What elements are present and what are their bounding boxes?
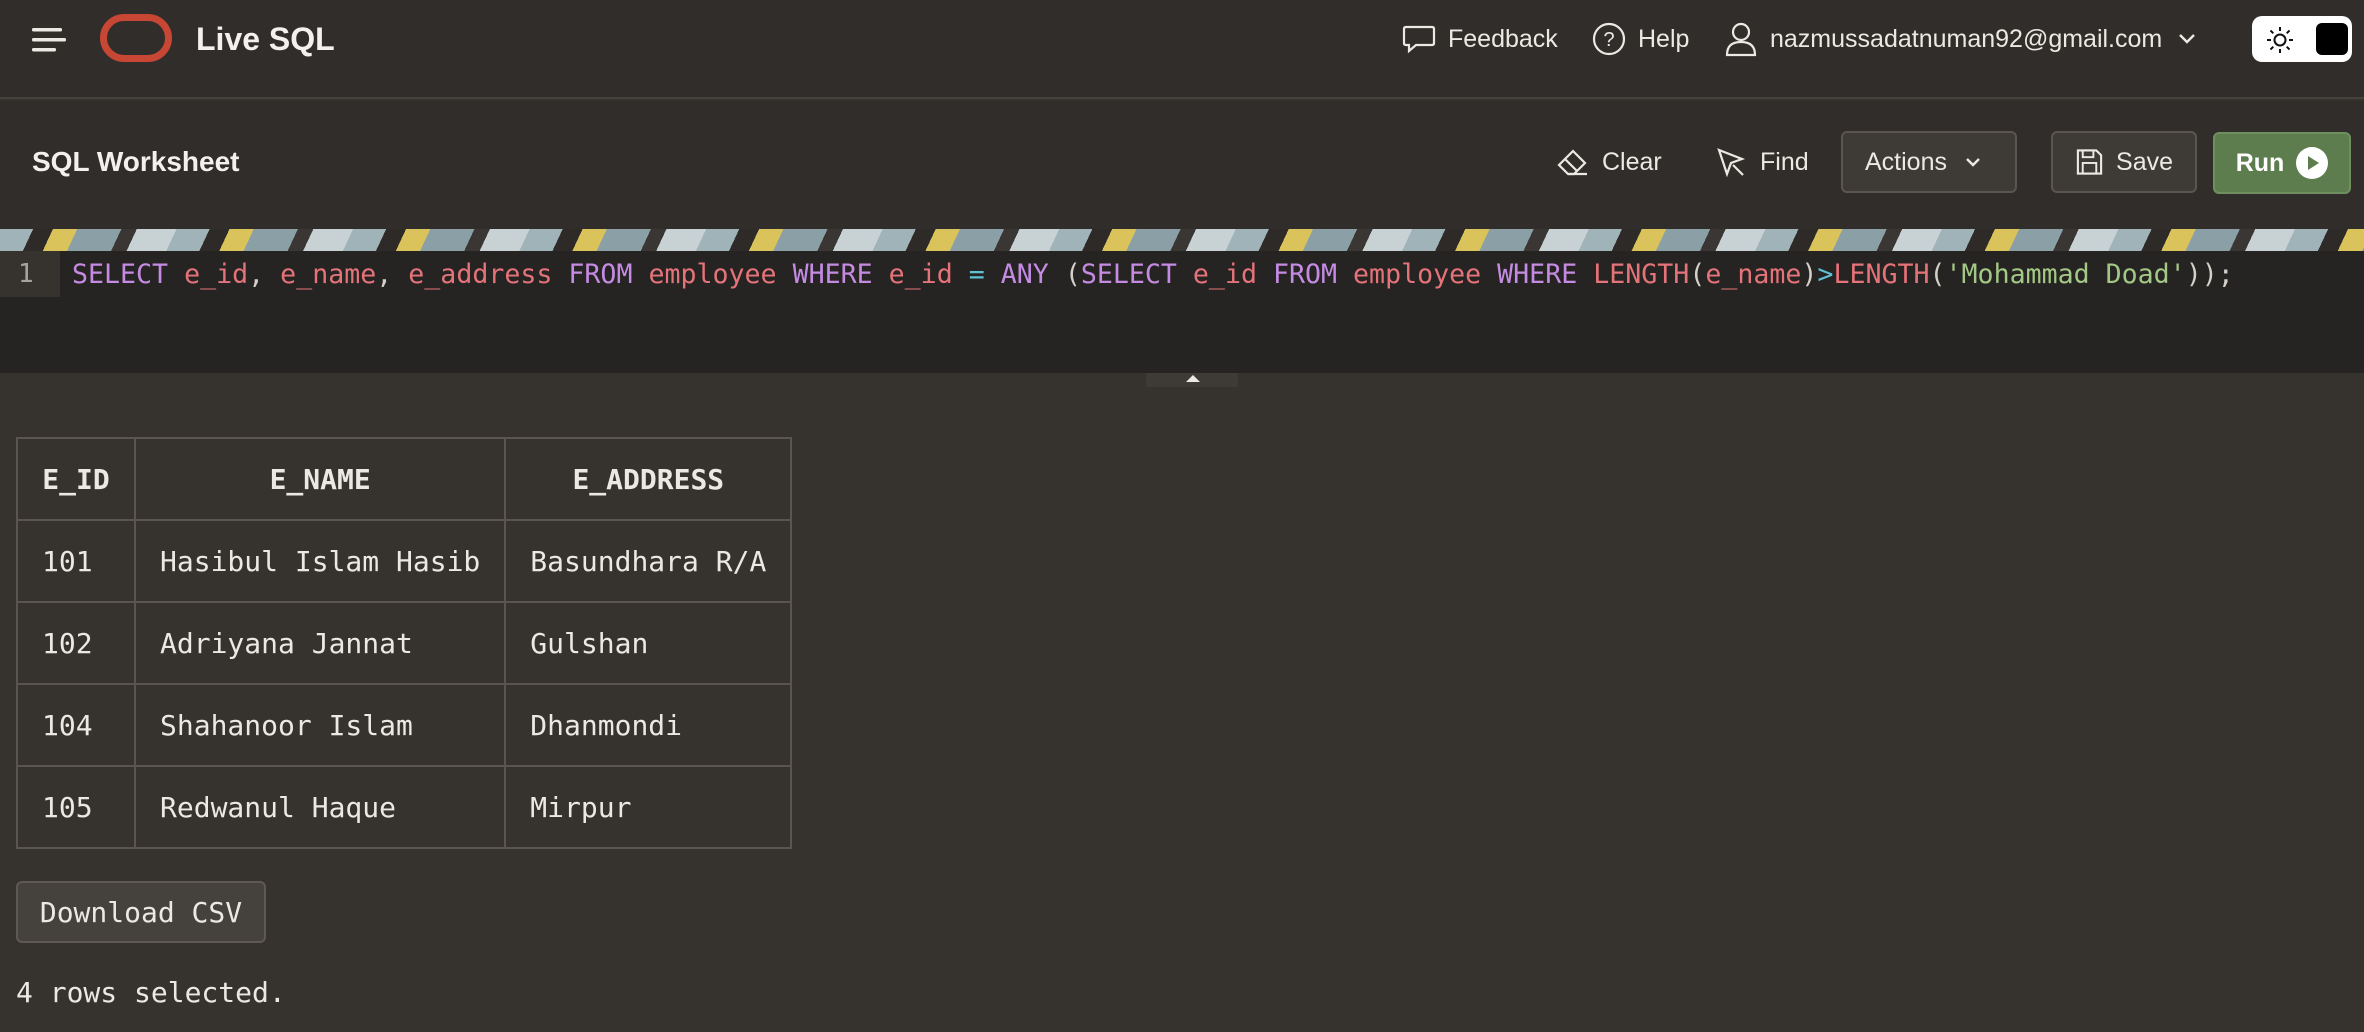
actions-dropdown[interactable]: Actions [1841, 131, 2017, 193]
feedback-label: Feedback [1448, 24, 1558, 53]
user-email: nazmussadatnuman92@gmail.com [1770, 24, 2163, 53]
table-cell: Hasibul Islam Hasib [133, 519, 507, 603]
editor-resize-handle[interactable] [1146, 373, 1238, 387]
run-label: Run [2235, 148, 2285, 177]
help-circle-icon: ? [1592, 22, 1626, 56]
table-cell: Adriyana Jannat [133, 601, 507, 685]
hamburger-menu-icon[interactable] [30, 22, 70, 56]
run-button[interactable]: Run [2213, 132, 2351, 194]
clear-button[interactable]: Clear [1556, 131, 1662, 193]
save-button[interactable]: Save [2051, 131, 2197, 193]
svg-text:?: ? [1603, 29, 1614, 51]
table-cell: Gulshan [504, 601, 793, 685]
line-number: 1 [18, 259, 34, 289]
table-header-row: E_ID E_NAME E_ADDRESS [16, 437, 793, 521]
table-cell: Dhanmondi [504, 683, 793, 767]
table-cell: 102 [16, 601, 136, 685]
clear-label: Clear [1602, 147, 1662, 176]
table-cell: 101 [16, 519, 136, 603]
table-row: 101 Hasibul Islam Hasib Basundhara R/A [16, 519, 793, 603]
table-row: 102 Adriyana Jannat Gulshan [16, 601, 793, 685]
feedback-link[interactable]: Feedback [1402, 18, 1558, 60]
decorative-banner [0, 229, 2364, 251]
find-label: Find [1760, 147, 1809, 176]
find-cursor-icon [1717, 148, 1746, 178]
rows-selected-status: 4 rows selected. [16, 976, 286, 1009]
user-icon [1725, 22, 1757, 57]
save-disk-icon [2076, 149, 2103, 175]
help-link[interactable]: ? Help [1592, 18, 1689, 60]
sql-editor[interactable]: 1 SELECT e_id, e_name, e_address FROM em… [0, 251, 2364, 373]
chevron-down-icon [1966, 158, 1980, 167]
help-label: Help [1638, 24, 1690, 53]
code-line[interactable]: SELECT e_id, e_name, e_address FROM empl… [72, 259, 2234, 290]
save-label: Save [2116, 147, 2173, 176]
play-icon [2296, 147, 2329, 179]
table-row: 104 Shahanoor Islam Dhanmondi [16, 683, 793, 767]
worksheet-header: SQL Worksheet Clear Find Actions Save Ru… [0, 101, 2364, 229]
app-title: Live SQL [196, 21, 335, 57]
column-header: E_ID [16, 437, 136, 521]
chat-bubble-icon [1402, 25, 1436, 54]
user-menu[interactable]: nazmussadatnuman92@gmail.com [1724, 18, 2202, 60]
table-cell: 105 [16, 765, 136, 849]
actions-label: Actions [1865, 147, 1947, 176]
column-header: E_ADDRESS [504, 437, 793, 521]
table-row: 105 Redwanul Haque Mirpur [16, 765, 793, 849]
table-cell: 104 [16, 683, 136, 767]
find-button[interactable]: Find [1714, 131, 1809, 193]
column-header: E_NAME [133, 437, 507, 521]
table-cell: Basundhara R/A [504, 519, 793, 603]
top-bar: Live SQL Feedback ? Help nazmussadatnuma… [0, 0, 2364, 99]
table-cell: Shahanoor Islam [133, 683, 507, 767]
results-table: E_ID E_NAME E_ADDRESS 101 Hasibul Islam … [16, 437, 793, 849]
worksheet-title: SQL Worksheet [32, 146, 240, 177]
sun-icon [2267, 27, 2293, 53]
download-csv-button[interactable]: Download CSV [16, 881, 266, 943]
table-cell: Redwanul Haque [133, 765, 507, 849]
chevron-down-icon [2179, 34, 2196, 44]
dark-mode-swatch[interactable] [2316, 23, 2348, 55]
theme-toggle[interactable] [2252, 16, 2352, 62]
table-cell: Mirpur [504, 765, 793, 849]
oracle-logo-icon [100, 14, 172, 62]
eraser-icon [1557, 149, 1587, 176]
